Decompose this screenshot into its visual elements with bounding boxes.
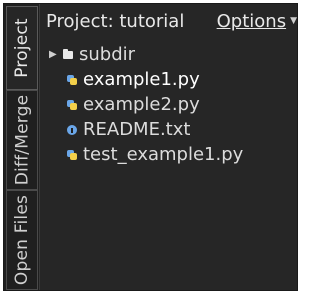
- tree-item-label: README.txt: [83, 119, 191, 140]
- tree-item-label: example2.py: [83, 94, 200, 115]
- tree-item-test-example1[interactable]: test_example1.py: [41, 142, 297, 167]
- tab-diff-merge[interactable]: Diff/Merge: [6, 90, 38, 190]
- dropdown-caret-icon: ▼: [290, 16, 297, 26]
- tree-item-label: test_example1.py: [83, 144, 244, 165]
- vertical-tab-strip: Project Diff/Merge Open Files: [4, 4, 40, 290]
- folder-icon: [63, 48, 73, 59]
- options-menu-button[interactable]: Options ▼: [217, 11, 297, 32]
- python-file-icon: [67, 74, 77, 85]
- tab-open-files[interactable]: Open Files: [6, 190, 38, 290]
- tab-diff-merge-label: Diff/Merge: [12, 94, 33, 186]
- info-icon: [67, 124, 77, 135]
- expand-arrow-icon[interactable]: ▶: [49, 49, 63, 60]
- tree-item-readme[interactable]: README.txt: [41, 117, 297, 142]
- project-panel: Project Diff/Merge Open Files Project: t…: [3, 3, 298, 291]
- python-file-icon: [67, 149, 77, 160]
- tree-item-example2[interactable]: example2.py: [41, 92, 297, 117]
- file-tree: ▶ subdir example1.py example2.py README.…: [41, 42, 297, 167]
- python-file-icon: [67, 99, 77, 110]
- panel-title: Project: tutorial: [46, 10, 185, 32]
- tab-project-label: Project: [12, 18, 33, 78]
- tree-item-subdir[interactable]: ▶ subdir: [41, 42, 297, 67]
- panel-header: Project: tutorial Options ▼: [41, 4, 297, 38]
- tab-open-files-label: Open Files: [12, 194, 32, 286]
- options-label: Options: [216, 10, 287, 32]
- tree-item-label: subdir: [79, 44, 136, 65]
- tree-item-label: example1.py: [83, 69, 200, 90]
- tree-item-example1[interactable]: example1.py: [41, 67, 297, 92]
- tab-project[interactable]: Project: [6, 6, 38, 90]
